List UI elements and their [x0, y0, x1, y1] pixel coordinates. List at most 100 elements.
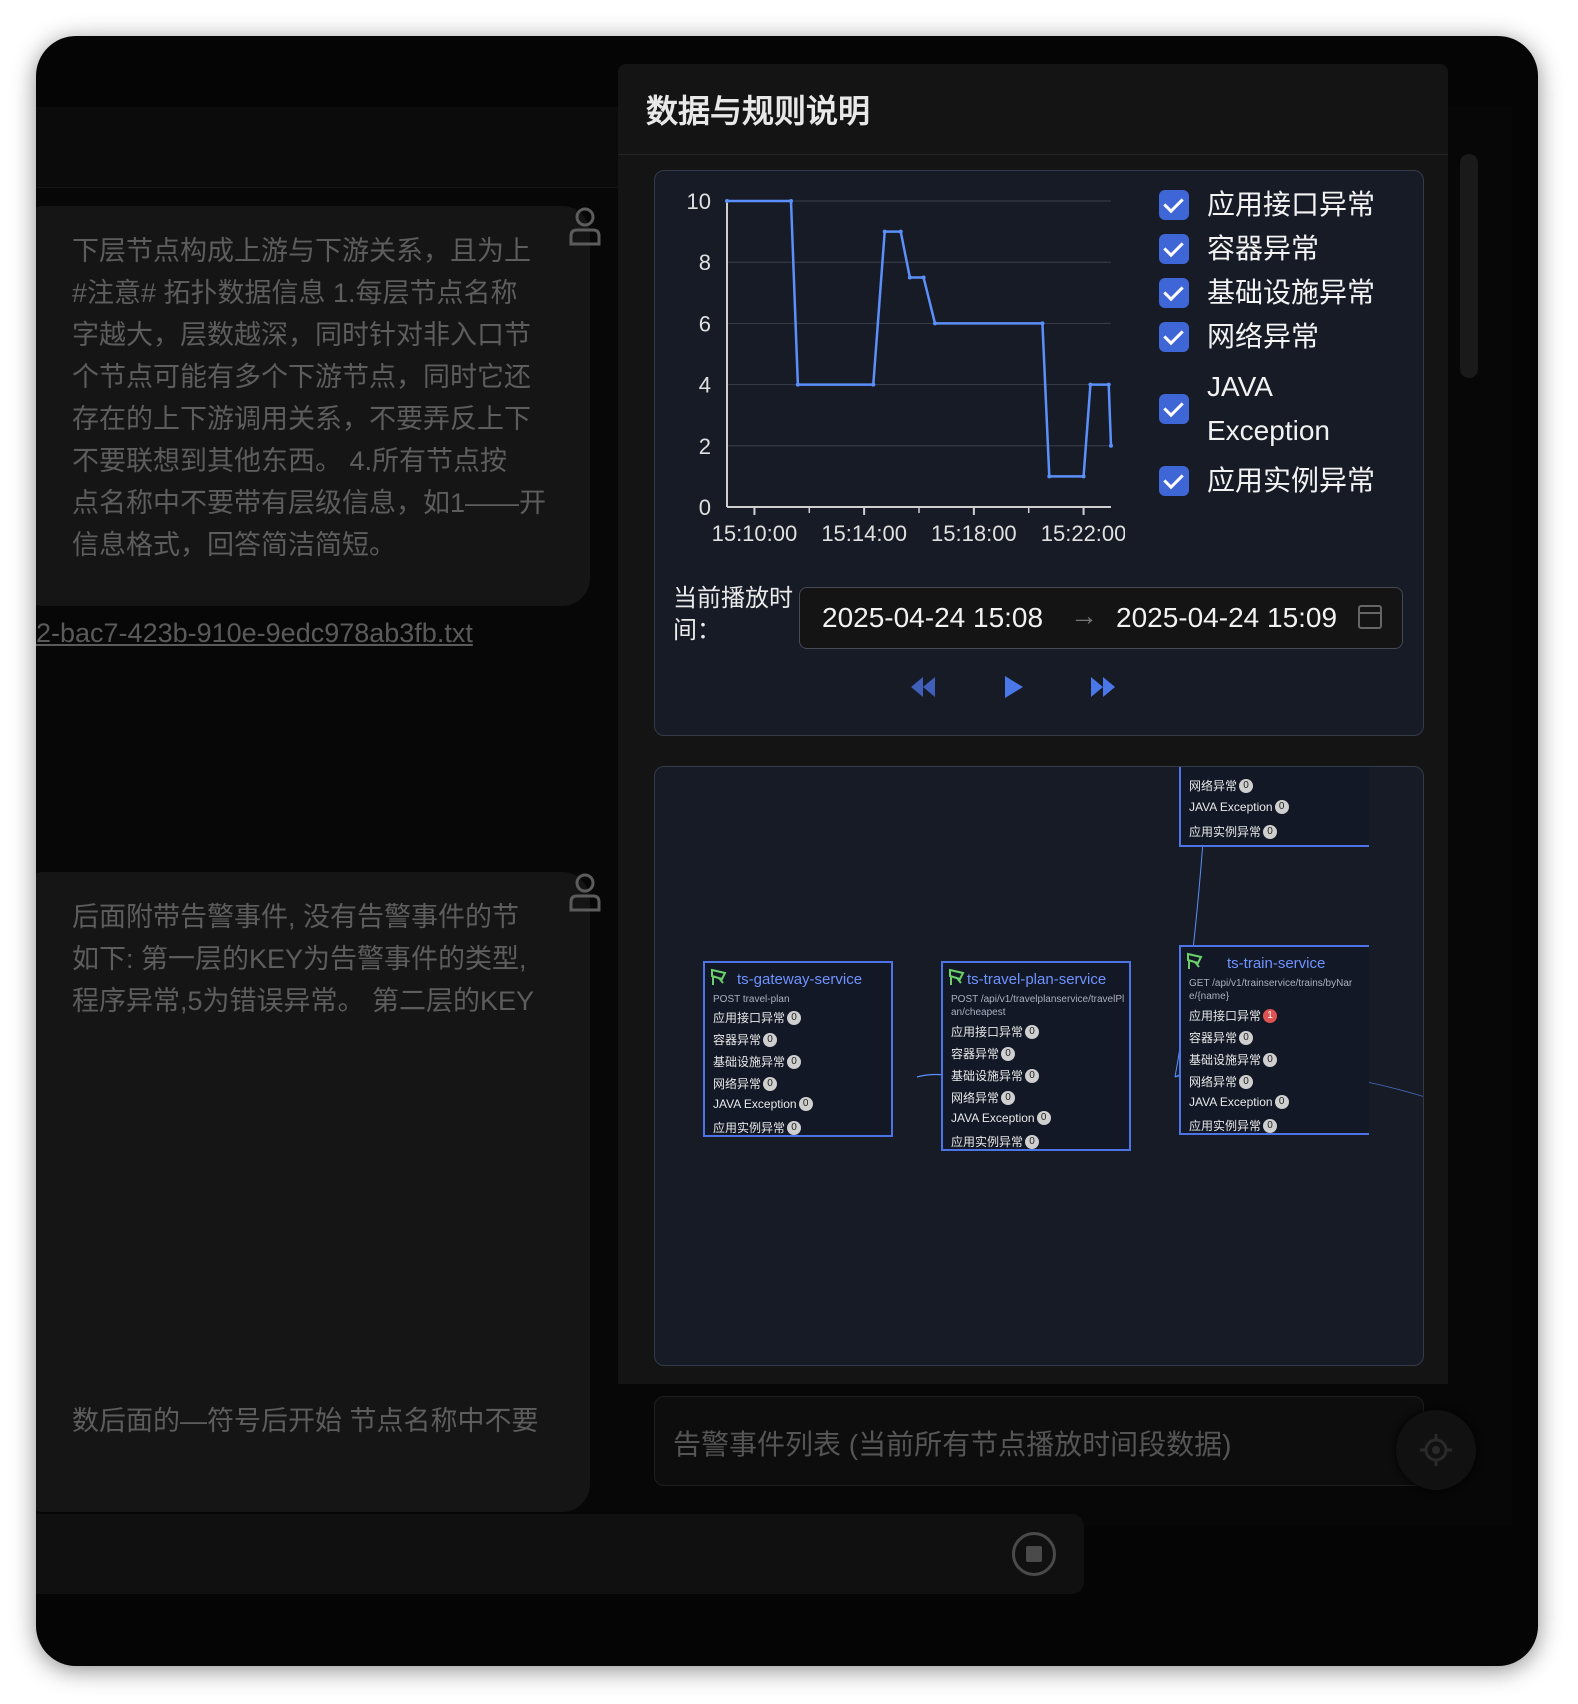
- count-badge: 0: [1001, 1090, 1016, 1105]
- range-start-input[interactable]: 2025-04-24 15:08: [822, 602, 1052, 634]
- chart-panel: 0 2 4 6 8 10 15:10:00 15:14:00 15:18:00 15:22:00 …: [654, 170, 1424, 736]
- count-badge: 0: [763, 1032, 778, 1047]
- range-separator-icon: →: [1070, 600, 1098, 631]
- node-metric: JAVA Exception 0: [713, 1097, 813, 1111]
- legend-item-java-exception[interactable]: JAVA Exception: [1159, 365, 1419, 453]
- drawer-scrollbar[interactable]: [1460, 154, 1478, 378]
- checkbox-checked-icon[interactable]: [1159, 322, 1189, 352]
- count-badge: 0: [1239, 1074, 1254, 1089]
- count-badge: 0: [1263, 824, 1278, 839]
- legend-item-infrastructure[interactable]: 基础设施异常: [1159, 277, 1419, 309]
- play-button-icon[interactable]: [993, 667, 1033, 707]
- count-badge: 0: [787, 1120, 802, 1135]
- data-point: [1088, 382, 1093, 387]
- y-tick-label: 0: [699, 495, 711, 520]
- data-point: [933, 321, 937, 326]
- chat-message-bubble: 下层节点构成上游与下游关系，且为上 #注意# 拓扑数据信息 1.每层节点名称 字…: [36, 206, 590, 606]
- range-end-input[interactable]: 2025-04-24 15:09: [1116, 602, 1346, 634]
- y-tick-label: 10: [687, 189, 711, 214]
- playback-controls: [655, 667, 1425, 707]
- y-tick-label: 6: [699, 311, 711, 336]
- node-endpoint: GET /api/v1/trainservice/trains/byNar e/…: [1189, 978, 1353, 1002]
- count-badge: 0: [1025, 1024, 1040, 1039]
- checkbox-checked-icon[interactable]: [1159, 278, 1189, 308]
- count-badge: 0: [1274, 1095, 1289, 1109]
- node-metric: 网络异常 0: [713, 1075, 778, 1092]
- data-point: [795, 382, 800, 387]
- node-title: ts-gateway-service: [737, 971, 863, 988]
- node-metric: 容器异常 0: [1189, 1029, 1254, 1046]
- data-point: [882, 229, 887, 234]
- node-metric: 网络异常 0: [1189, 777, 1254, 794]
- topology-node-upstream[interactable]: 网络异常 0 JAVA Exception 0 应用实例异常 0: [1179, 767, 1369, 847]
- node-metric: 网络异常 0: [951, 1089, 1016, 1106]
- time-range-picker[interactable]: 2025-04-24 15:08 → 2025-04-24 15:09: [799, 587, 1403, 649]
- node-metric: 应用实例异常 0: [1189, 823, 1278, 840]
- count-badge: 0: [1025, 1134, 1040, 1149]
- checkbox-checked-icon[interactable]: [1159, 234, 1189, 264]
- checkbox-checked-icon[interactable]: [1159, 190, 1189, 220]
- topology-node-gateway[interactable]: ts-gateway-service POST travel-plan 应用接口…: [703, 961, 893, 1137]
- data-point: [1081, 474, 1086, 479]
- x-tick-label: 15:14:00: [821, 521, 907, 546]
- data-point: [1109, 443, 1113, 448]
- y-tick-label: 4: [699, 373, 711, 398]
- drawer-title: 数据与规则说明: [646, 93, 871, 129]
- data-point: [789, 199, 793, 203]
- node-endpoint: POST /api/v1/travelplanservice/travelPl …: [951, 994, 1125, 1018]
- data-point: [1047, 474, 1052, 479]
- legend-item-container[interactable]: 容器异常: [1159, 233, 1419, 265]
- node-metric: 基础设施异常 0: [951, 1067, 1040, 1084]
- node-metric: JAVA Exception 0: [1189, 1095, 1289, 1109]
- count-badge: 0: [1001, 1046, 1016, 1061]
- locate-button[interactable]: [1396, 1410, 1476, 1490]
- checkbox-checked-icon[interactable]: [1159, 466, 1189, 496]
- stop-button[interactable]: [1012, 1532, 1056, 1576]
- node-metric: 容器异常 0: [951, 1045, 1016, 1062]
- alert-count-badge: 1: [1263, 1008, 1278, 1023]
- rewind-button-icon[interactable]: [903, 667, 943, 707]
- legend-item-app-instance[interactable]: 应用实例异常: [1159, 465, 1419, 497]
- count-badge: 0: [798, 1097, 813, 1111]
- count-badge: 0: [787, 1010, 802, 1025]
- x-tick-label: 15:22:00: [1041, 521, 1125, 546]
- data-point: [907, 275, 912, 280]
- x-tick-label: 15:18:00: [931, 521, 1017, 546]
- data-point: [871, 382, 876, 387]
- y-tick-label: 8: [699, 250, 711, 275]
- node-metric: 应用接口异常 0: [713, 1009, 802, 1026]
- drawer-divider: [618, 154, 1448, 155]
- service-node-icon: [711, 968, 727, 985]
- fast-forward-button-icon[interactable]: [1083, 667, 1123, 707]
- node-metric: JAVA Exception 0: [1189, 800, 1289, 814]
- checkbox-checked-icon[interactable]: [1159, 394, 1189, 424]
- y-tick-label: 2: [699, 434, 711, 459]
- alert-list-header[interactable]: 告警事件列表 (当前所有节点播放时间段数据): [654, 1396, 1424, 1486]
- topology-node-train[interactable]: ts-train-service GET /api/v1/trainservic…: [1179, 945, 1369, 1135]
- chat-message-bubble: 后面附带告警事件, 没有告警事件的节 如下: 第一层的KEY为告警事件的类型, …: [36, 872, 590, 1512]
- playback-time-label: 当前播放时 间：: [673, 585, 793, 644]
- chat-header: [36, 107, 648, 188]
- chart-legend: 应用接口异常 容器异常 基础设施异常 网络异常 JAVA Exception 应…: [1159, 189, 1419, 509]
- legend-item-network[interactable]: 网络异常: [1159, 321, 1419, 353]
- node-metric: 基础设施异常 0: [1189, 1051, 1278, 1068]
- attachment-link[interactable]: 2-bac7-423b-910e-9edc978ab3fb.txt: [36, 618, 473, 649]
- chat-input-bar[interactable]: [36, 1514, 1084, 1594]
- data-point: [1040, 321, 1045, 326]
- node-endpoint: POST travel-plan: [713, 994, 790, 1005]
- topology-node-travel-plan[interactable]: ts-travel-plan-service POST /api/v1/trav…: [941, 961, 1131, 1151]
- node-title: ts-train-service: [1227, 955, 1326, 972]
- data-point: [725, 199, 729, 203]
- data-point: [898, 229, 903, 234]
- count-badge: 0: [1239, 1030, 1254, 1045]
- count-badge: 0: [1239, 778, 1254, 793]
- node-metric: 应用接口异常 0: [951, 1023, 1040, 1040]
- topology-panel: ts-gateway-service POST travel-plan 应用接口…: [654, 766, 1424, 1366]
- node-metric: JAVA Exception 0: [951, 1111, 1051, 1125]
- data-point: [1106, 382, 1111, 387]
- count-badge: 0: [1263, 1118, 1278, 1133]
- target-icon: [1420, 1434, 1452, 1466]
- legend-item-app-api[interactable]: 应用接口异常: [1159, 189, 1419, 221]
- calendar-icon[interactable]: [1358, 605, 1382, 629]
- user-avatar-icon: [569, 207, 601, 246]
